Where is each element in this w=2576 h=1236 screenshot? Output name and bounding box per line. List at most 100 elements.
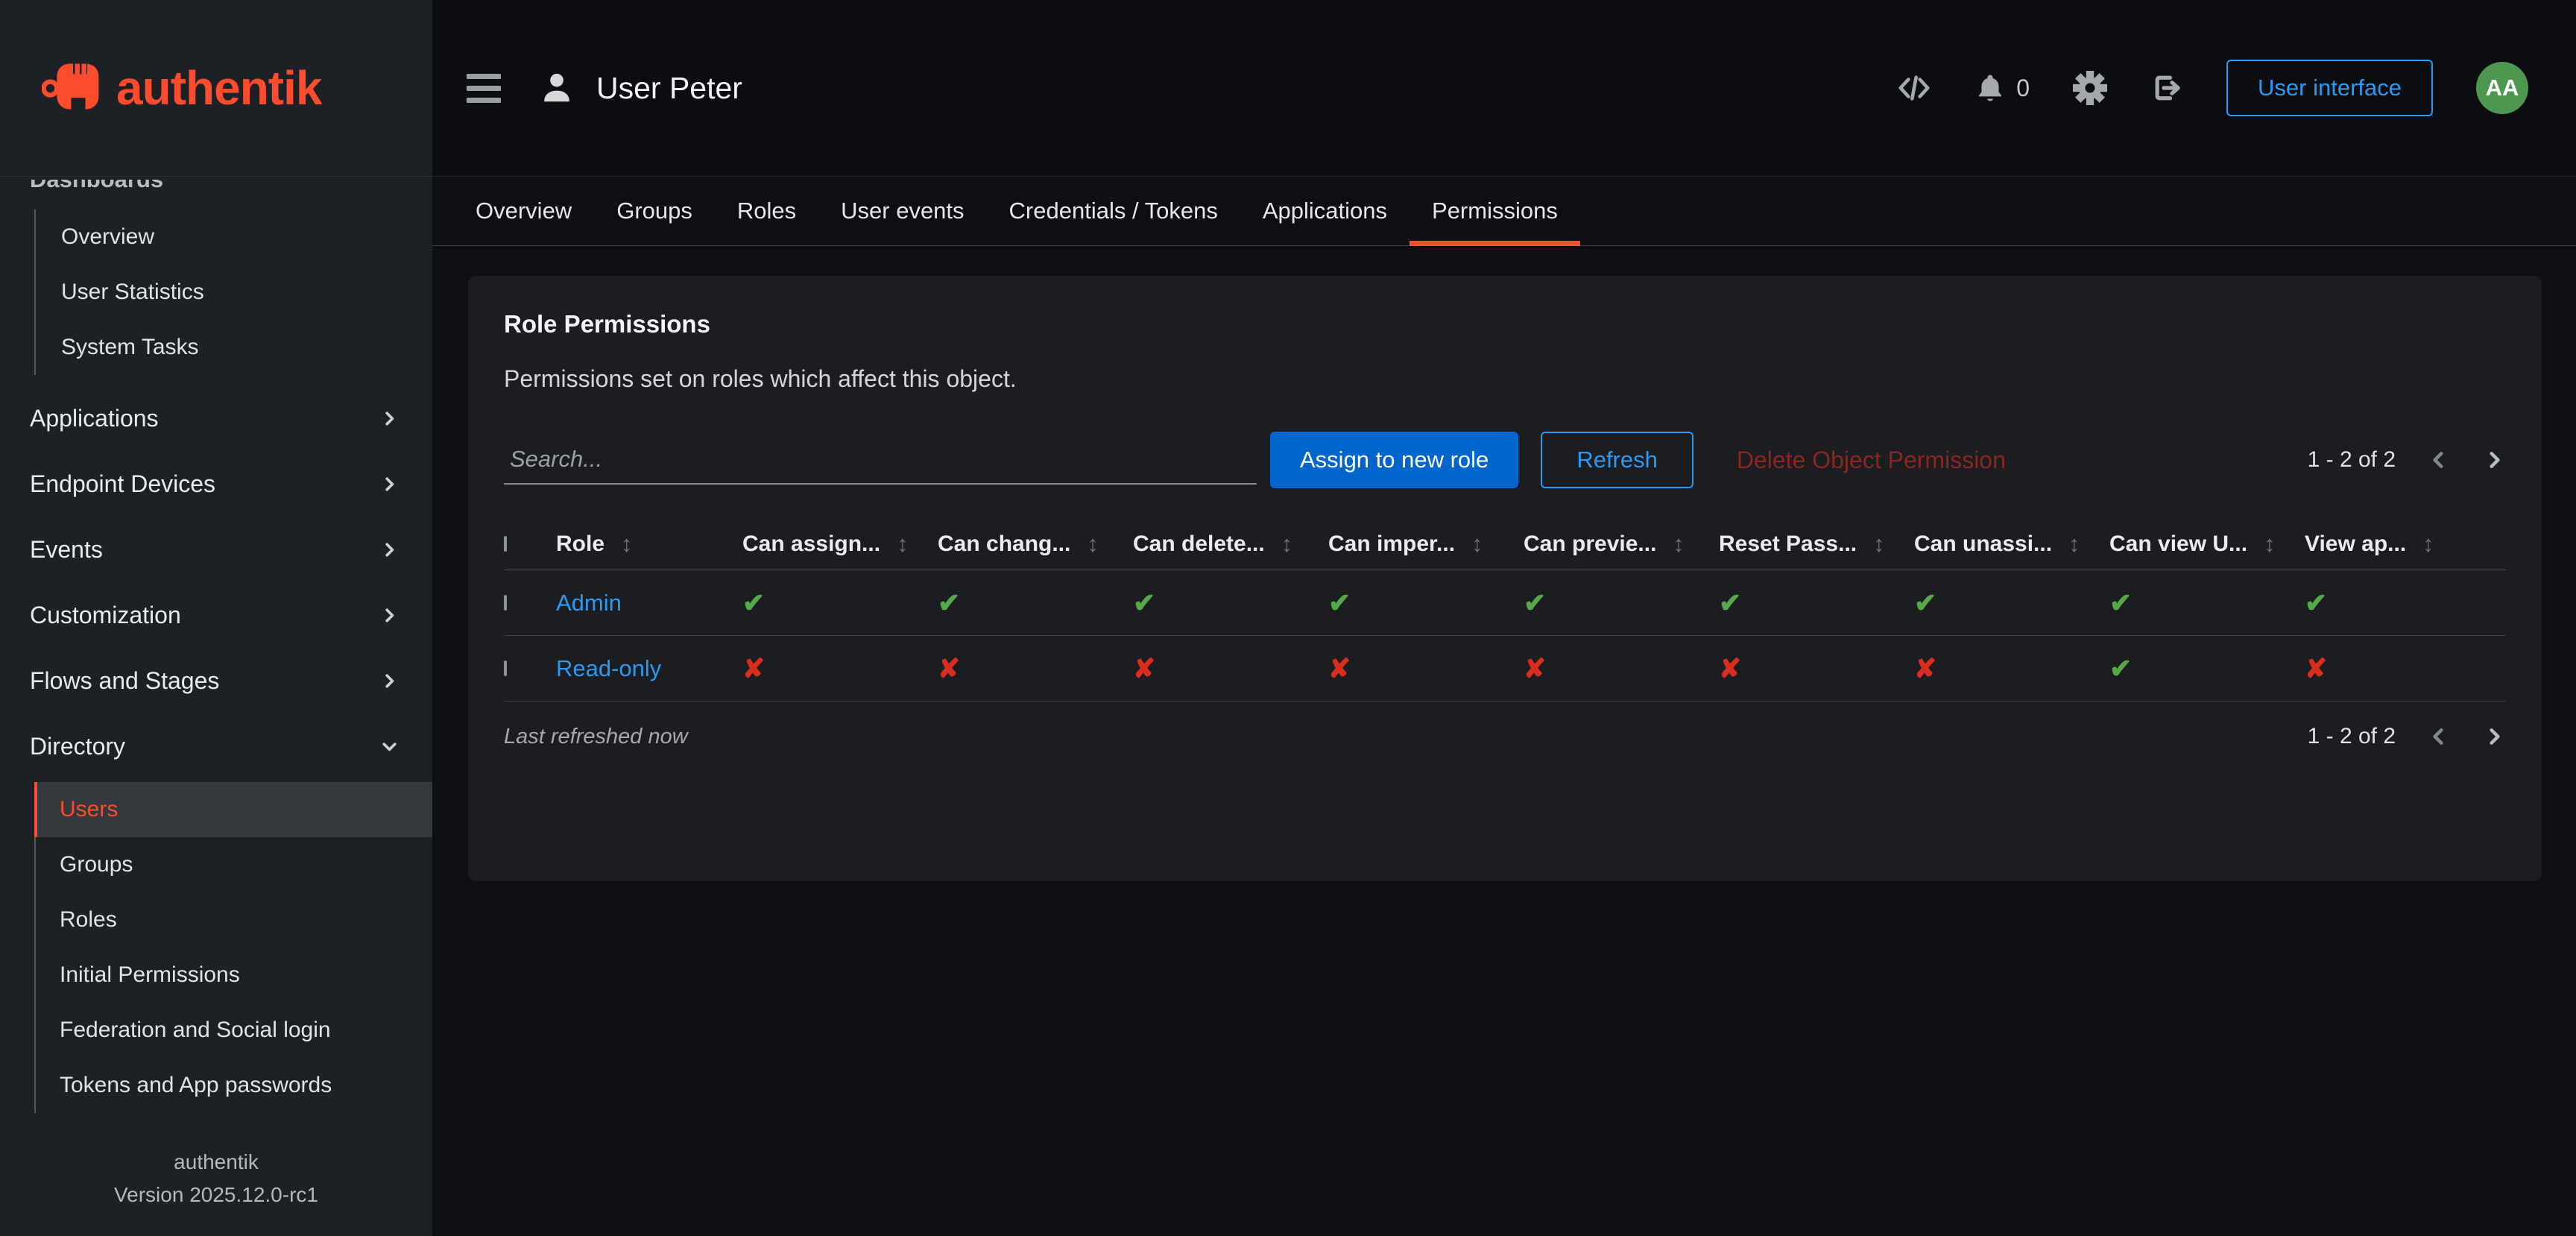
sidebar-section-customization[interactable]: Customization <box>0 582 432 648</box>
delete-object-permission-button: Delete Object Permission <box>1737 447 2006 474</box>
row-checkbox[interactable] <box>504 595 507 611</box>
column-header-can-unassi: Can unassi...↕ <box>1914 531 2109 558</box>
row-checkbox-cell <box>504 596 556 610</box>
permission-denied-icon: ✘ <box>1719 653 1914 684</box>
sidebar-item-overview[interactable]: Overview <box>36 209 432 265</box>
pagination-next-icon[interactable] <box>2482 725 2506 748</box>
settings-gear-icon[interactable] <box>2073 71 2107 105</box>
assign-to-new-role-button[interactable]: Assign to new role <box>1270 432 1518 488</box>
sort-icon[interactable]: ↕ <box>2422 531 2434 558</box>
sort-icon[interactable]: ↕ <box>897 531 909 558</box>
sidebar-sections: Applications Endpoint Devices Events Custom… <box>0 385 432 779</box>
sort-icon[interactable]: ↕ <box>1873 531 1885 558</box>
column-header-label: Role <box>556 532 604 557</box>
sort-icon[interactable]: ↕ <box>621 531 633 558</box>
sidebar-section-applications[interactable]: Applications <box>0 385 432 451</box>
select-all-checkbox[interactable] <box>504 536 507 552</box>
sidebar-section-label: Flows and Stages <box>30 667 219 695</box>
sidebar-item-tokens-and-app-passwords[interactable]: Tokens and App passwords <box>34 1058 432 1113</box>
permission-granted-icon: ✔ <box>2109 587 2305 619</box>
column-header-label: Reset Pass... <box>1719 532 1857 557</box>
panel-description: Permissions set on roles which affect th… <box>504 365 2506 393</box>
table-body: Admin✔✔✔✔✔✔✔✔✔Read-only✘✘✘✘✘✘✘✔✘ <box>504 570 2506 701</box>
row-checkbox-cell <box>504 662 556 675</box>
bell-icon <box>1974 72 2006 104</box>
user-interface-button[interactable]: User interface <box>2226 60 2433 116</box>
role-cell: Read-only <box>556 655 742 682</box>
sidebar-section-events[interactable]: Events <box>0 517 432 582</box>
search-input[interactable] <box>504 435 1257 485</box>
sort-icon[interactable]: ↕ <box>1471 531 1483 558</box>
sidebar-item-initial-permissions[interactable]: Initial Permissions <box>34 948 432 1003</box>
column-header-label: Can chang... <box>938 532 1070 557</box>
permission-denied-icon: ✘ <box>1914 653 2109 684</box>
sort-icon[interactable]: ↕ <box>1673 531 1685 558</box>
sort-icon[interactable]: ↕ <box>2264 531 2276 558</box>
role-permissions-panel: Role Permissions Permissions set on role… <box>468 276 2542 881</box>
sidebar-section-directory[interactable]: Directory <box>0 713 432 779</box>
column-header-can-imper: Can imper... ↕ <box>1328 531 1524 558</box>
chevron-right-icon <box>379 540 400 560</box>
table-toolbar: Assign to new role Refresh Delete Object… <box>504 432 2506 488</box>
sidebar-item-users[interactable]: Users <box>34 782 432 837</box>
panel-title: Role Permissions <box>504 310 2506 338</box>
sidebar-item-federation-and-social-login[interactable]: Federation and Social login <box>34 1003 432 1058</box>
tab-groups[interactable]: Groups <box>594 177 715 245</box>
sort-icon[interactable]: ↕ <box>2068 531 2080 558</box>
sidebar-nav: Dashboards OverviewUser StatisticsSystem… <box>0 177 432 1113</box>
sidebar-section-label: Endpoint Devices <box>30 470 215 498</box>
permission-granted-icon: ✔ <box>1133 587 1328 619</box>
sidebar-item-roles[interactable]: Roles <box>34 892 432 948</box>
permission-granted-icon: ✔ <box>1719 587 1914 619</box>
sidebar: authentik Dashboards OverviewUser Statis… <box>0 0 432 1236</box>
chevron-right-icon <box>379 605 400 625</box>
permission-granted-icon: ✔ <box>2109 653 2305 684</box>
avatar[interactable]: AA <box>2476 62 2528 114</box>
dashboards-subgroup: OverviewUser StatisticsSystem Tasks <box>34 209 432 375</box>
sidebar-item-groups[interactable]: Groups <box>34 837 432 892</box>
pagination-label: 1 - 2 of 2 <box>2308 724 2396 749</box>
sidebar-item-system-tasks[interactable]: System Tasks <box>36 320 432 375</box>
sidebar-section-flows-and-stages[interactable]: Flows and Stages <box>0 648 432 713</box>
sidebar-section-endpoint-devices[interactable]: Endpoint Devices <box>0 451 432 517</box>
role-link-read-only[interactable]: Read-only <box>556 655 661 681</box>
column-header-label: Can imper... <box>1328 532 1455 557</box>
pagination-next-icon[interactable] <box>2482 448 2506 472</box>
header: User Peter 0 <box>432 0 2576 177</box>
column-header-label: Can view U... <box>2109 532 2247 557</box>
header-checkbox-cell <box>504 537 556 551</box>
column-header-label: Can assign... <box>742 532 880 557</box>
sort-icon[interactable]: ↕ <box>1087 531 1099 558</box>
sort-icon[interactable]: ↕ <box>1281 531 1293 558</box>
tab-overview[interactable]: Overview <box>453 177 594 245</box>
api-code-icon[interactable] <box>1897 71 1931 105</box>
notifications-button[interactable]: 0 <box>1974 72 2030 104</box>
logo-wordmark: authentik <box>116 60 321 116</box>
refresh-button[interactable]: Refresh <box>1541 432 1693 488</box>
sidebar-section-label: Events <box>30 536 103 564</box>
pagination-bottom: 1 - 2 of 2 <box>2308 724 2506 749</box>
permission-granted-icon: ✔ <box>1328 587 1524 619</box>
sign-out-icon[interactable] <box>2150 72 2183 104</box>
tab-permissions[interactable]: Permissions <box>1409 177 1580 245</box>
pagination-label: 1 - 2 of 2 <box>2308 447 2396 473</box>
authentik-logo-icon <box>42 55 104 122</box>
pagination-prev-icon[interactable] <box>2427 725 2451 748</box>
pagination-prev-icon[interactable] <box>2427 448 2451 472</box>
sidebar-item-user-statistics[interactable]: User Statistics <box>36 265 432 320</box>
sidebar-toggle-icon[interactable] <box>467 74 501 103</box>
row-checkbox[interactable] <box>504 660 507 676</box>
sidebar-section-dashboards-clipped[interactable]: Dashboards <box>0 180 432 198</box>
tab-applications[interactable]: Applications <box>1240 177 1409 245</box>
role-link-admin[interactable]: Admin <box>556 590 622 616</box>
chevron-right-icon <box>379 671 400 691</box>
logo-area[interactable]: authentik <box>0 0 432 177</box>
tab-roles[interactable]: Roles <box>715 177 818 245</box>
table-row-read-only: Read-only✘✘✘✘✘✘✘✔✘ <box>504 636 2506 701</box>
column-header-label: View ap... <box>2305 532 2406 557</box>
column-header-can-delete: Can delete...↕ <box>1133 531 1328 558</box>
tab-user-events[interactable]: User events <box>818 177 986 245</box>
chevron-right-icon <box>379 409 400 429</box>
tab-credentials-tokens[interactable]: Credentials / Tokens <box>987 177 1240 245</box>
notification-count: 0 <box>2016 75 2030 102</box>
